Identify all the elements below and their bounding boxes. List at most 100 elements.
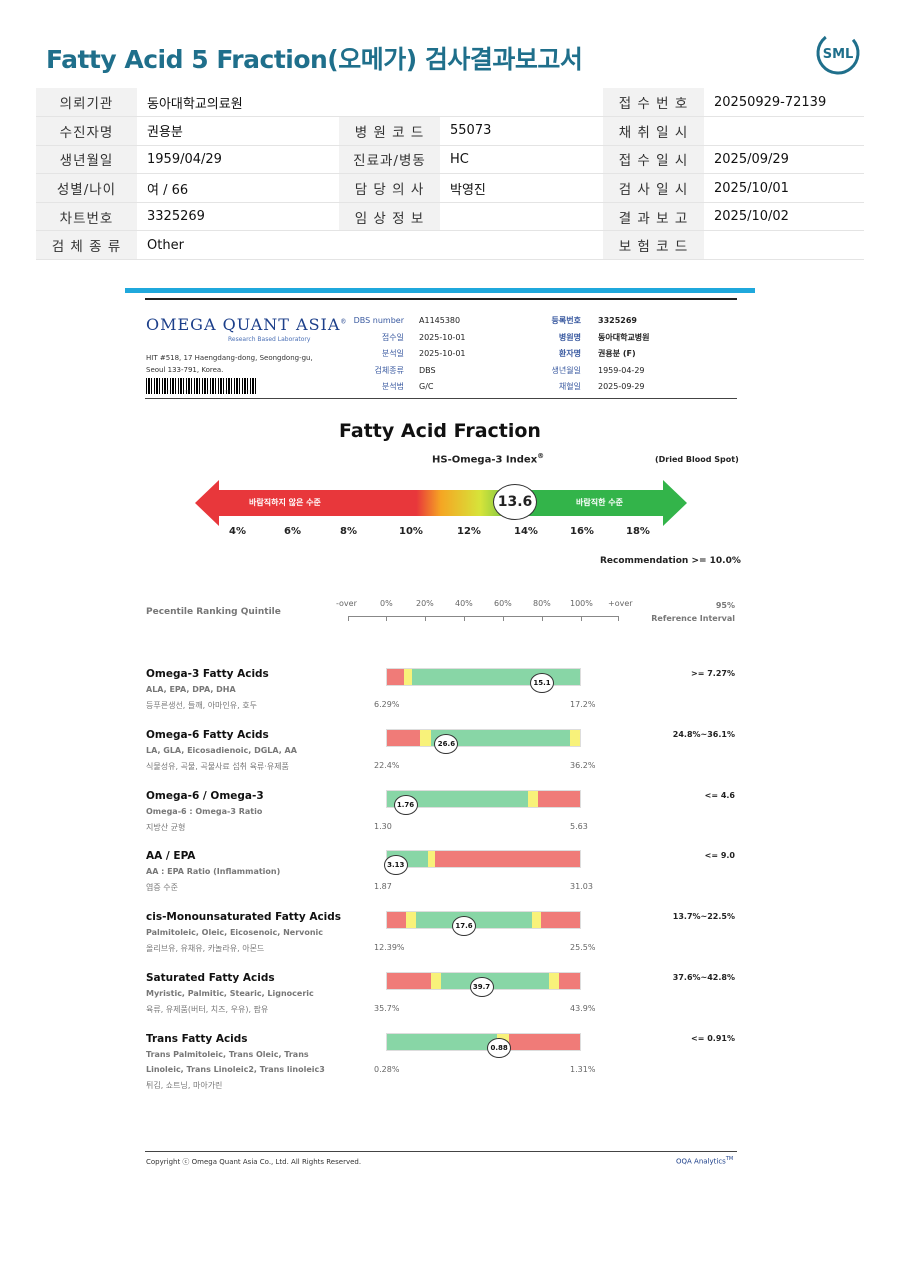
info-label: 채 취 일 시 (603, 116, 704, 146)
fatty-acid-components: Myristic, Palmitic, Stearic, Lignoceric (146, 989, 314, 998)
range-min-label: 6.29% (374, 700, 400, 709)
info-value: 2025/10/01 (704, 173, 864, 203)
lab-address-line2: Seoul 133-791, Korea. (146, 366, 224, 374)
info-value: 2025/09/29 (704, 145, 864, 175)
quintile-bar-segment (435, 851, 580, 867)
fatty-acid-components: AA : EPA Ratio (Inflammation) (146, 867, 281, 876)
hospital-name-label: 병원명 (558, 332, 581, 342)
received-date-label: 접수일 (381, 332, 404, 342)
reference-interval-value: <= 0.91% (691, 1034, 735, 1043)
fatty-acid-components: LA, GLA, Eicosadienoic, DGLA, AA (146, 746, 297, 755)
result-value-marker: 1.76 (393, 795, 418, 815)
fatty-acid-food-sources: 염증 수준 (146, 883, 178, 892)
range-max-label: 31.03 (570, 882, 593, 891)
fatty-acid-components: Linoleic, Trans Linoleic2, Trans linolei… (146, 1065, 325, 1074)
fatty-acid-components: Palmitoleic, Oleic, Eicosenoic, Nervonic (146, 928, 324, 937)
method-label: 분석법 (381, 382, 404, 391)
info-row: 수진자명 권용분 병 원 코 드 55073 채 취 일 시 (36, 116, 864, 146)
info-value: 여 / 66 (137, 173, 339, 203)
quintile-bar (386, 850, 581, 868)
fatty-acid-food-sources: 튀김, 쇼트닝, 마아가린 (146, 1081, 223, 1090)
info-value: 20250929-72139 (704, 88, 864, 118)
quintile-bar-segment (404, 669, 413, 685)
desirable-level-label: 바람직한 수준 (576, 498, 623, 507)
received-date-value: 2025-10-01 (419, 332, 466, 342)
quintile-bar-segment (387, 1034, 497, 1050)
reference-interval-value: 24.8%~36.1% (672, 730, 735, 739)
percentile-scale-label: 0% (380, 599, 393, 608)
fatty-acid-food-sources: 등푸른생선, 들깨, 아마인유, 호두 (146, 701, 257, 710)
birth-date-label: 생년월일 (551, 365, 581, 375)
info-label: 결 과 보 고 (603, 202, 704, 232)
info-label: 수진자명 (36, 116, 137, 146)
quintile-bar-segment (427, 851, 436, 867)
quintile-bar (386, 729, 581, 747)
info-label: 성별/나이 (36, 173, 137, 203)
info-row: 차트번호 3325269 임 상 정 보 결 과 보 고 2025/10/02 (36, 202, 864, 232)
info-value: 3325269 (137, 202, 339, 232)
oqa-analytics-label: OQA AnalyticsTM (676, 1156, 733, 1165)
fatty-acid-title: Omega-3 Fatty Acids (146, 668, 269, 680)
info-row: 성별/나이 여 / 66 담 당 의 사 박영진 검 사 일 시 2025/10/01 (36, 173, 864, 203)
sml-logo: SML (816, 31, 860, 75)
sml-logo-text: SML (823, 47, 854, 62)
range-max-label: 36.2% (570, 761, 596, 770)
fatty-acid-title: AA / EPA (146, 850, 196, 862)
quintile-bar-segment (531, 912, 542, 928)
fatty-acid-food-sources: 육류, 유제품(버터, 치즈, 우유), 팜유 (146, 1005, 269, 1014)
index-tick-label: 12% (457, 526, 481, 537)
range-max-label: 43.9% (570, 1004, 596, 1013)
range-max-label: 17.2% (570, 700, 596, 709)
info-value: 박영진 (440, 173, 603, 203)
recommendation-text: Recommendation >= 10.0% (600, 556, 741, 566)
percentile-axis-tick (618, 616, 619, 621)
result-value-marker: 3.13 (383, 855, 408, 875)
range-min-label: 1.30 (374, 822, 392, 831)
info-label: 의뢰기관 (36, 88, 137, 118)
omega-quant-asia-logo: OMEGA QUANT ASIA® (146, 315, 347, 334)
section-divider-black (145, 298, 737, 300)
info-value: 권용분 (137, 116, 339, 146)
range-min-label: 22.4% (374, 761, 400, 770)
percentile-scale-label: 100% (570, 599, 593, 608)
reference-interval-label: Reference Interval (651, 614, 735, 623)
quintile-bar (386, 1033, 581, 1051)
fatty-acid-components: Trans Palmitoleic, Trans Oleic, Trans (146, 1050, 309, 1059)
index-tick-label: 16% (570, 526, 594, 537)
undesirable-level-label: 바람직하지 않은 수준 (249, 498, 321, 507)
blood-draw-date-label: 채혈일 (558, 382, 581, 391)
info-value: 동아대학교의료원 (137, 88, 339, 118)
sample-meta-labels-left: DBS number 접수일 분석일 검체종류 분석법 (330, 313, 404, 396)
percentile-scale-label: 20% (416, 599, 434, 608)
oqa-analytics-mark: TM (725, 1156, 734, 1162)
index-tick-label: 8% (340, 526, 357, 537)
info-value (704, 230, 864, 261)
report-title: Fatty Acid 5 Fraction(오메가) 검사결과보고서 (46, 45, 583, 74)
info-label: 담 당 의 사 (339, 173, 440, 203)
quintile-bar-segment (558, 973, 580, 989)
quintile-bar-segment (508, 1034, 580, 1050)
patient-name-value: 권용분 (F) (598, 349, 636, 358)
quintile-bar (386, 911, 581, 929)
range-max-label: 25.5% (570, 943, 596, 952)
method-value: G/C (419, 382, 434, 391)
range-max-label: 5.63 (570, 822, 588, 831)
lab-address: HIT #518, 17 Haengdang-dong, Seongdong-g… (146, 352, 346, 376)
reference-interval-value: 37.6%~42.8% (672, 973, 735, 982)
range-min-label: 1.87 (374, 882, 392, 891)
hs-index-mark: ® (537, 452, 545, 460)
registration-number-value: 3325269 (598, 316, 637, 325)
info-row: 의뢰기관 동아대학교의료원 접 수 번 호 20250929-72139 (36, 88, 864, 118)
fatty-acid-title: Omega-6 / Omega-3 (146, 790, 264, 802)
info-label: 접 수 일 시 (603, 145, 704, 175)
info-label (339, 88, 440, 118)
reference-interval-value: >= 7.27% (691, 669, 735, 678)
fatty-acid-food-sources: 지방산 균형 (146, 823, 186, 832)
footer-divider (145, 1151, 737, 1152)
info-label: 검 체 종 류 (36, 230, 137, 261)
reference-interval-value: <= 4.6 (704, 791, 735, 800)
quintile-bar-segment (406, 912, 416, 928)
dried-blood-spot-label: (Dried Blood Spot) (655, 455, 739, 464)
fatty-acid-title: Saturated Fatty Acids (146, 972, 275, 984)
hs-index-text: HS-Omega-3 Index (432, 454, 538, 466)
